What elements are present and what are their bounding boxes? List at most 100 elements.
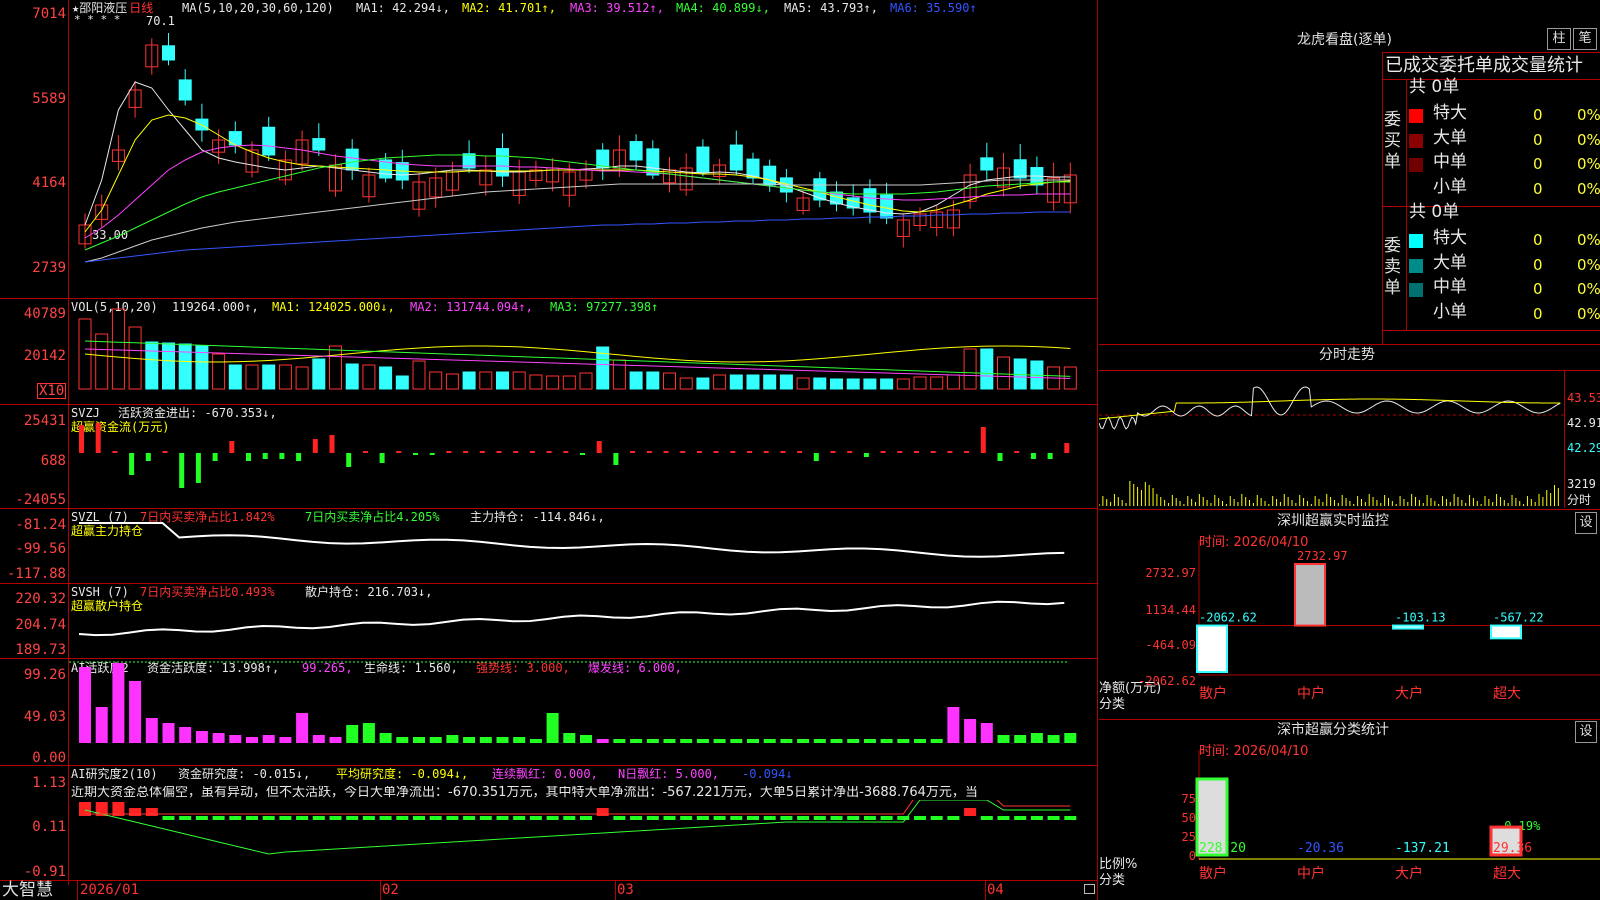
order-type: 小单	[1433, 301, 1467, 322]
research-bar	[379, 816, 392, 820]
flow-bar	[630, 451, 636, 453]
x-tick-3	[615, 880, 616, 900]
chart-area[interactable]: ★邵阳液压 日线 MA(5,10,20,30,60,120) MA1: 42.29…	[0, 0, 1098, 900]
flow-bar	[596, 441, 602, 453]
order-pct: 0%	[1577, 155, 1600, 173]
intraday-chart[interactable]	[1099, 371, 1564, 508]
research-bar	[563, 816, 576, 820]
candle	[1013, 159, 1027, 179]
flow-bar	[563, 451, 569, 453]
order-pct: 0%	[1577, 231, 1600, 249]
color-swatch	[1409, 158, 1423, 172]
order-row: 小单 0 0%	[1409, 178, 1600, 202]
research-bar	[646, 816, 659, 820]
activity-bar	[513, 737, 526, 743]
activity-bar	[396, 737, 409, 743]
research-bar	[1047, 816, 1060, 820]
research-bar	[496, 816, 509, 820]
classify-category: 大户	[1395, 865, 1423, 882]
classify-bar-chart[interactable]: 228.20 散户 -20.36 中户 -137.21 大户 29.36 超大	[1099, 750, 1600, 900]
flow-bar	[1047, 453, 1053, 459]
retail-holding-line	[78, 600, 1065, 637]
activity-bar	[830, 739, 843, 743]
flow-bar	[329, 435, 335, 453]
research-bar	[262, 816, 275, 820]
svsh-chart[interactable]	[69, 584, 1097, 658]
flow-bar	[413, 453, 418, 455]
flow-bar	[95, 423, 101, 453]
activity-bar	[596, 739, 609, 743]
research-bar	[680, 816, 693, 820]
activity-bar	[346, 725, 359, 743]
sep7	[0, 880, 1098, 881]
research-bar	[413, 816, 425, 820]
order-row: 中单 0 0%	[1409, 278, 1600, 302]
monitor-category: 超大	[1493, 686, 1521, 702]
order-count: 0	[1533, 255, 1543, 274]
order-pct: 0%	[1577, 106, 1600, 124]
flow-bar	[797, 451, 803, 453]
order-type: 中单	[1433, 277, 1467, 297]
svzj-y-3: -24055	[15, 492, 66, 508]
volume-bar	[612, 359, 626, 390]
activity-bar	[479, 737, 492, 743]
ai-active-chart[interactable]	[69, 659, 1097, 765]
candle	[729, 144, 743, 171]
activity-bar	[797, 739, 810, 743]
research-bar	[947, 816, 960, 820]
color-swatch	[1409, 258, 1423, 273]
buy-side: 委买单	[1382, 80, 1406, 205]
research-bar	[446, 816, 459, 820]
flow-bar	[830, 451, 836, 453]
svzj-chart[interactable]	[69, 405, 1097, 508]
color-swatch	[1409, 283, 1423, 297]
classify-settings-button[interactable]: 设	[1575, 721, 1597, 743]
order-pct: 0%	[1577, 130, 1600, 149]
order-count: 0	[1533, 130, 1543, 149]
monitor-bar-大户	[1392, 624, 1424, 630]
bar-toggle-button[interactable]: 柱	[1547, 28, 1571, 50]
ai-research-t2: 平均研究度: -0.094↓,	[336, 767, 469, 781]
volume-bar	[980, 348, 994, 390]
candlestick-chart[interactable]	[69, 0, 1097, 298]
volume-bar	[646, 371, 660, 390]
research-bar	[546, 816, 559, 820]
volume-bar	[779, 374, 793, 390]
flow-bar	[964, 451, 970, 453]
activity-bar	[747, 739, 759, 743]
flow-bar	[346, 453, 352, 467]
activity-bar	[529, 739, 542, 743]
monitor-bar-chart[interactable]: -2062.62 散户 2732.97 中户 -103.13 大户 -567.22 超大	[1099, 540, 1600, 720]
flow-bar	[763, 451, 769, 453]
activity-bar	[680, 739, 693, 743]
x-label-feb: 02	[382, 882, 399, 898]
research-bar	[830, 816, 843, 820]
monitor-settings-button[interactable]: 设	[1575, 512, 1597, 534]
ai-active-y-3: 0.00	[32, 750, 66, 766]
research-bar	[964, 808, 977, 816]
volume-bar	[930, 376, 944, 390]
research-bar	[246, 816, 258, 820]
flow-bar	[179, 453, 185, 488]
lock-icon[interactable]	[1084, 884, 1095, 894]
svzl-y-3: -117.88	[6, 566, 66, 582]
flow-bar	[947, 451, 953, 453]
activity-bar	[863, 739, 876, 743]
sep6	[0, 765, 1098, 766]
monitor-category: 大户	[1395, 685, 1423, 702]
classify-bar-label: 228.20	[1199, 841, 1246, 856]
volume-chart[interactable]	[69, 299, 1097, 404]
activity-bar	[362, 723, 375, 743]
ai-research-chart[interactable]	[69, 800, 1097, 880]
flow-bar	[813, 453, 819, 461]
monitor-bar-label: -103.13	[1395, 611, 1446, 625]
flow-bar	[312, 439, 318, 453]
research-bar	[312, 816, 325, 820]
research-bar	[279, 816, 292, 820]
svzl-chart[interactable]	[69, 509, 1097, 583]
candle	[629, 141, 643, 161]
dragon-inner-vline	[1406, 80, 1407, 330]
volume-bar	[445, 373, 459, 390]
activity-bar	[95, 707, 108, 743]
tick-toggle-button[interactable]: 笔	[1573, 28, 1597, 50]
